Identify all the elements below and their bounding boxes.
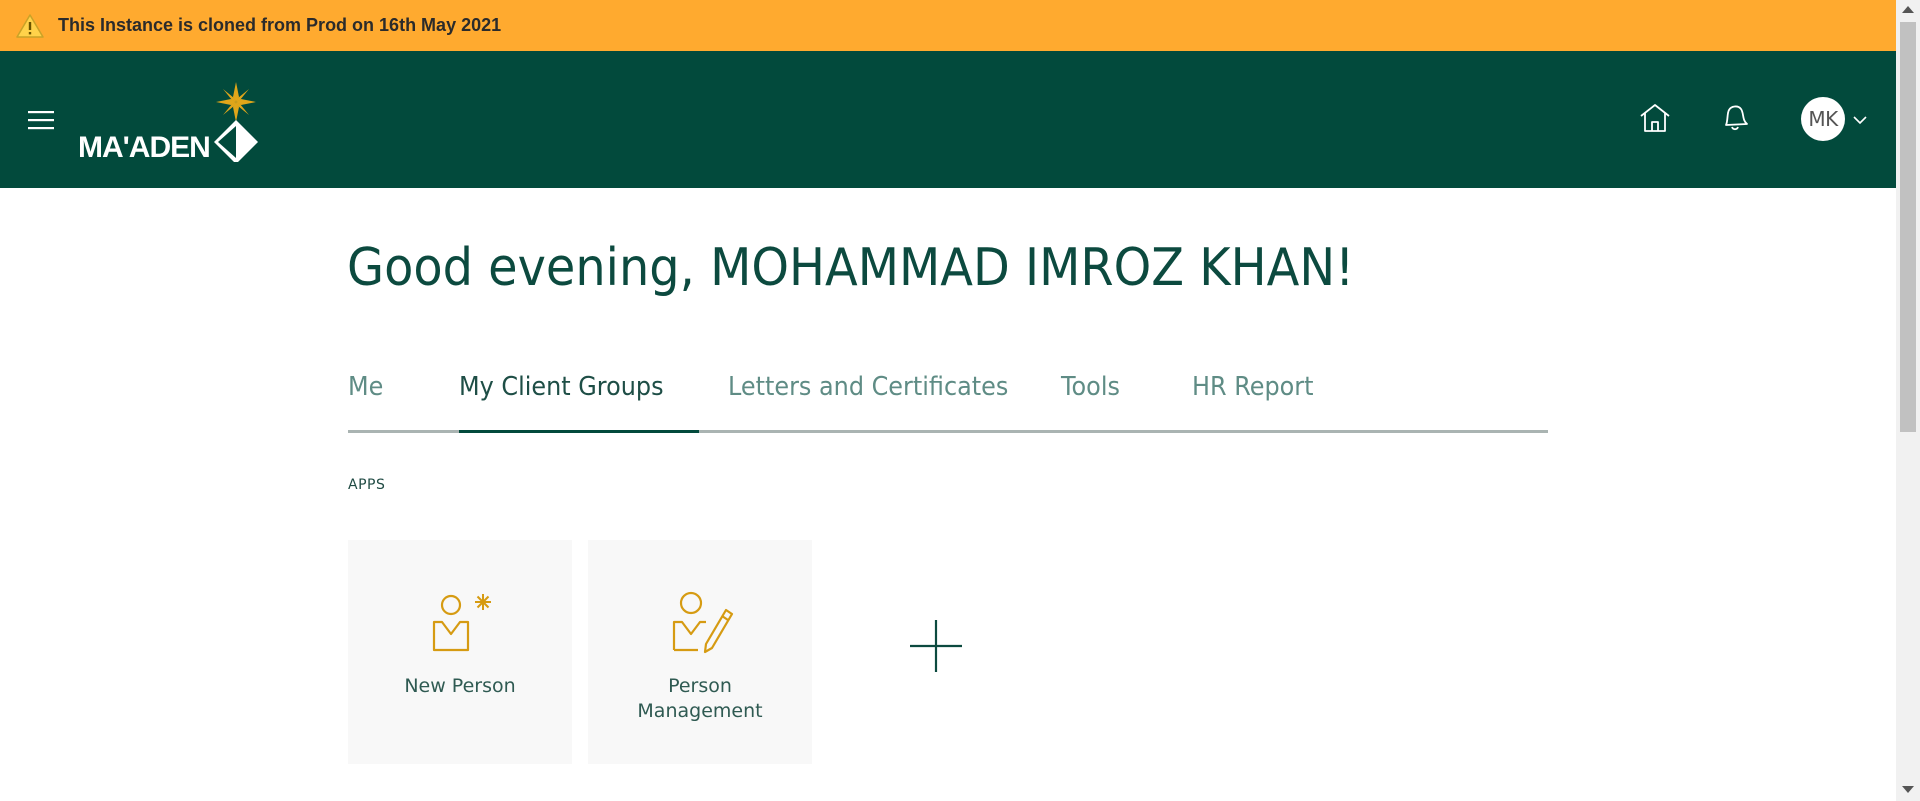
plus-icon[interactable] [908, 618, 964, 674]
chevron-down-icon[interactable] [1851, 113, 1869, 127]
person-management-icon [668, 588, 734, 654]
tile-label: Person Management [637, 675, 763, 722]
user-avatar[interactable]: MK [1801, 97, 1845, 141]
hamburger-icon[interactable] [26, 107, 58, 133]
bell-icon[interactable] [1717, 99, 1753, 135]
scroll-thumb[interactable] [1900, 22, 1916, 432]
app-tile-person-management[interactable]: Person Management [588, 540, 812, 764]
tab-letters-and-certificates[interactable]: Letters and Certificates [728, 372, 1008, 402]
greeting-title: Good evening, MOHAMMAD IMROZ KHAN! [347, 238, 1355, 298]
tab-me[interactable]: Me [348, 372, 383, 402]
svg-text:معادن: معادن [394, 121, 396, 162]
home-icon[interactable] [1638, 101, 1672, 135]
tab-my-client-groups[interactable]: My Client Groups [459, 372, 664, 402]
maaden-logo[interactable]: MA'ADEN معادن [76, 80, 505, 165]
svg-text:MA'ADEN: MA'ADEN [78, 131, 210, 162]
global-header: MA'ADEN معادن MK [0, 51, 1896, 188]
page-scrollbar[interactable] [1896, 0, 1920, 801]
banner-text: This Instance is cloned from Prod on 16t… [58, 15, 502, 35]
tab-hr-report[interactable]: HR Report [1192, 372, 1314, 402]
app-tile-new-person[interactable]: New Person [348, 540, 572, 764]
apps-section-label: APPS [348, 477, 386, 493]
warning-icon [16, 12, 44, 40]
navigation-tabs: Me My Client Groups Letters and Certific… [348, 372, 1548, 433]
scroll-up-arrow-icon[interactable] [1902, 6, 1914, 13]
active-tab-indicator [459, 430, 699, 433]
scroll-down-arrow-icon[interactable] [1902, 786, 1914, 793]
new-person-icon [428, 588, 494, 654]
clone-warning-banner: This Instance is cloned from Prod on 16t… [0, 0, 1896, 51]
tile-label: New Person [404, 675, 516, 697]
tab-tools[interactable]: Tools [1061, 372, 1120, 402]
